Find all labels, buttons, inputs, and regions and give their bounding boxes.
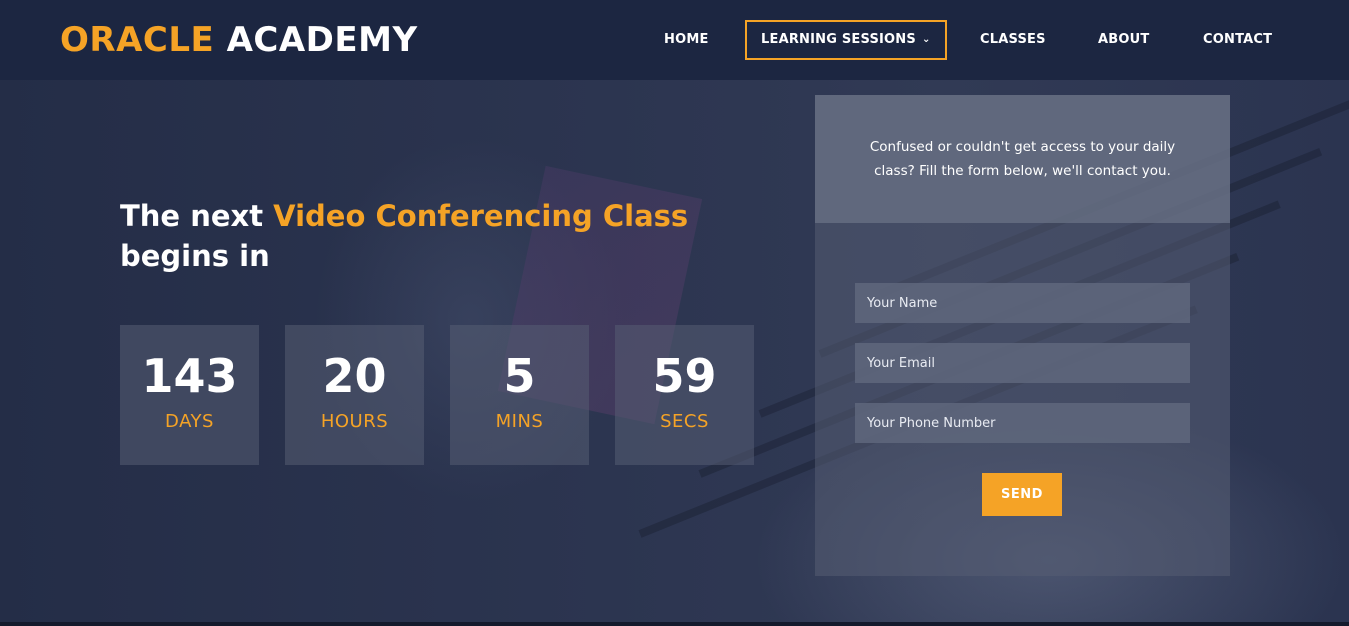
countdown-hours: 20 HOURS	[285, 325, 424, 465]
form-message: Confused or couldn't get access to your …	[869, 139, 1176, 179]
name-input[interactable]	[855, 283, 1190, 323]
nav-learning-sessions-label: LEARNING SESSIONS	[761, 32, 916, 47]
countdown-secs: 59 SECS	[615, 325, 754, 465]
page-bottom-edge	[0, 622, 1349, 626]
countdown-mins: 5 MINS	[450, 325, 589, 465]
countdown-days-value: 143	[141, 349, 238, 403]
countdown-days: 143 DAYS	[120, 325, 259, 465]
countdown-secs-value: 59	[652, 349, 717, 403]
site-logo[interactable]: ORACLE ACADEMY	[60, 18, 418, 62]
countdown-hours-value: 20	[322, 349, 387, 403]
nav-home[interactable]: HOME	[664, 20, 709, 60]
countdown-secs-label: SECS	[660, 411, 709, 432]
hero-title-pre: The next	[120, 199, 274, 233]
email-input[interactable]	[855, 343, 1190, 383]
logo-word-academy: ACADEMY	[226, 20, 418, 60]
send-button[interactable]: SEND	[982, 473, 1062, 516]
chevron-down-icon: ⌄	[921, 34, 931, 45]
nav-classes[interactable]: CLASSES	[980, 20, 1046, 60]
hero-title: The next Video Conferencing Class begins…	[120, 196, 760, 276]
logo-word-oracle: ORACLE	[60, 20, 215, 60]
phone-input[interactable]	[855, 403, 1190, 443]
form-message-box: Confused or couldn't get access to your …	[815, 95, 1230, 223]
nav-about[interactable]: ABOUT	[1098, 20, 1149, 60]
nav-learning-sessions[interactable]: LEARNING SESSIONS ⌄	[745, 20, 947, 60]
countdown-mins-value: 5	[503, 349, 536, 403]
hero-title-highlight: Video Conferencing Class	[273, 199, 689, 233]
site-header: ORACLE ACADEMY HOME LEARNING SESSIONS ⌄ C…	[0, 0, 1349, 80]
countdown-mins-label: MINS	[495, 411, 544, 432]
nav-contact[interactable]: CONTACT	[1203, 20, 1272, 60]
contact-form-panel: Confused or couldn't get access to your …	[815, 95, 1230, 576]
countdown-days-label: DAYS	[165, 411, 214, 432]
hero-title-post: begins in	[120, 239, 270, 273]
countdown-hours-label: HOURS	[320, 411, 389, 432]
